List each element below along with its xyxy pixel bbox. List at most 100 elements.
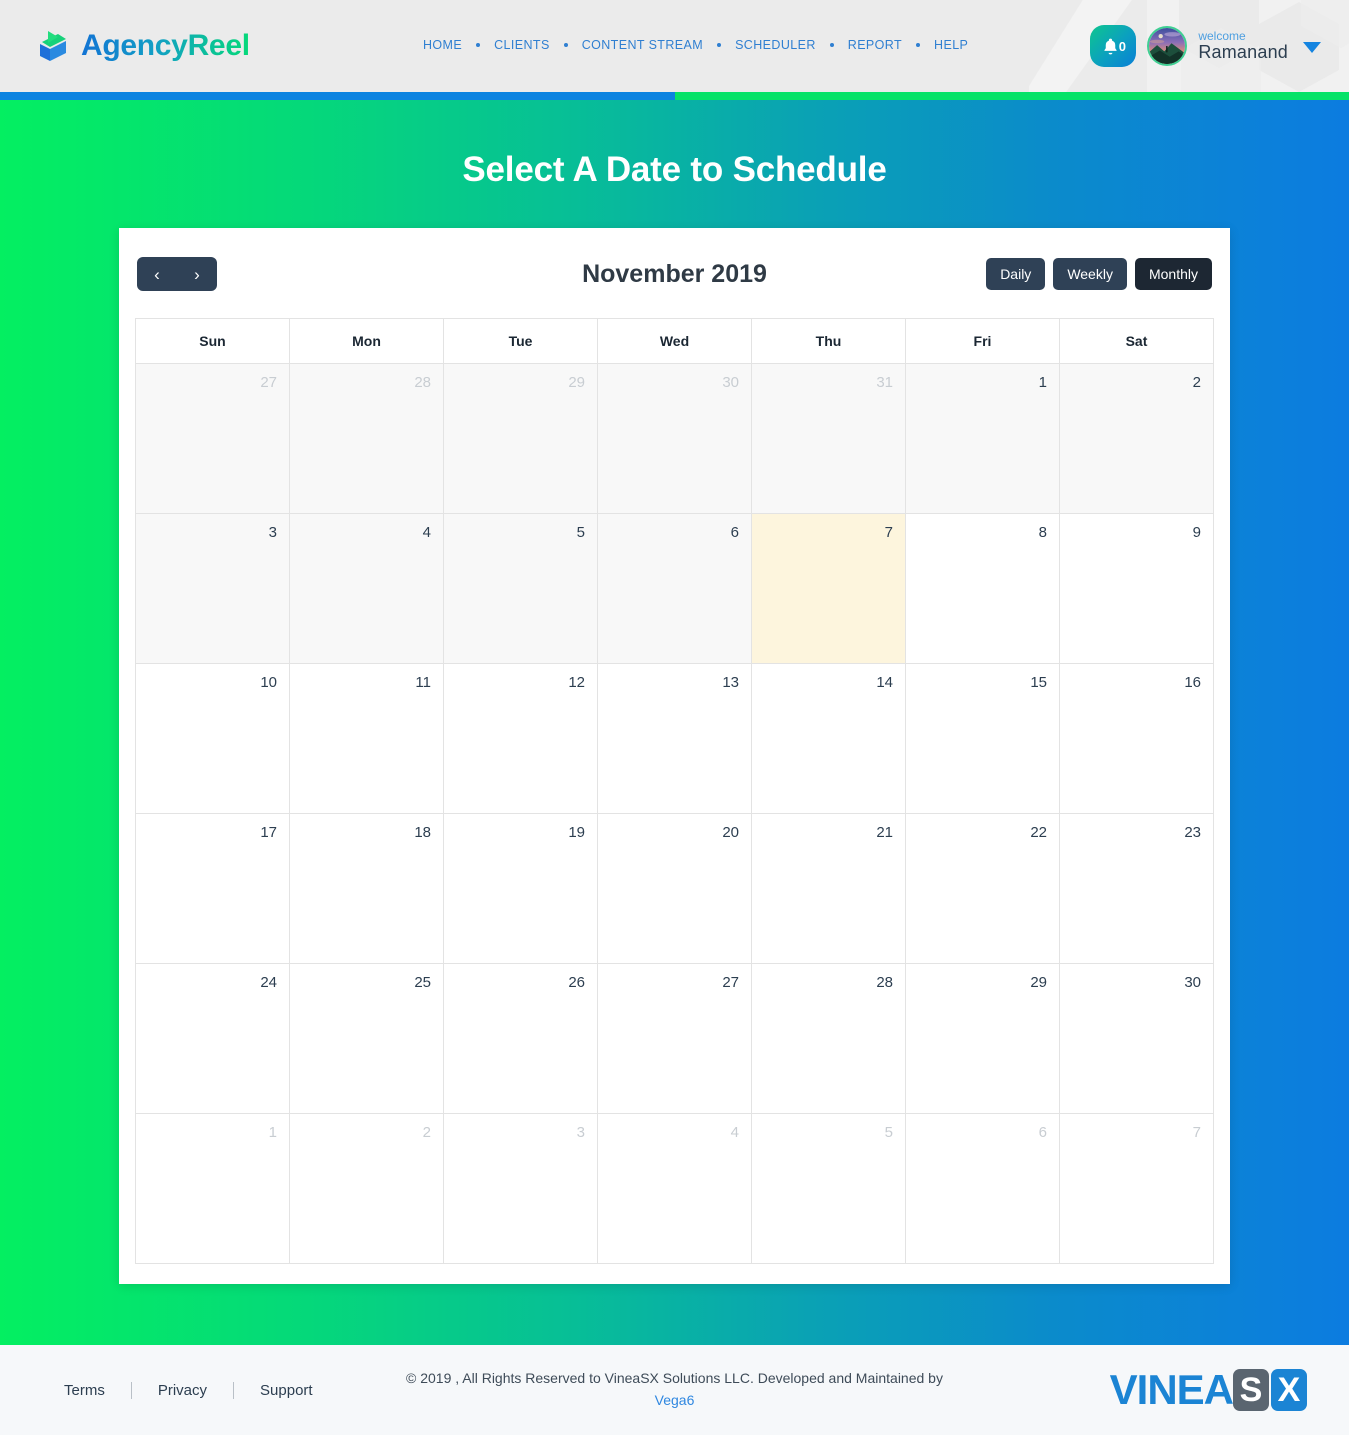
day-cell[interactable]: 2 [1060,364,1214,514]
nav-item-help[interactable]: HELP [934,38,968,52]
day-cell[interactable]: 22 [906,814,1060,964]
chevron-down-icon[interactable] [1303,41,1321,53]
day-cell[interactable]: 31 [752,364,906,514]
nav-item-report[interactable]: REPORT [848,38,902,52]
week-row: 24 25 26 27 28 29 30 [136,964,1214,1114]
footer-separator [130,1381,132,1399]
calendar-card: ‹ › November 2019 Daily Weekly Monthly Sun… [119,228,1230,1284]
vineasx-logo: VINEA S X [1110,1369,1307,1411]
nav-item-content-stream[interactable]: CONTENT STREAM [582,38,703,52]
prev-month-button[interactable]: ‹ [137,257,177,291]
day-cell[interactable]: 17 [136,814,290,964]
user-area: 0 welcome Ramanand [1090,25,1321,67]
nav-separator-dot [829,43,834,47]
day-cell[interactable]: 9 [1060,514,1214,664]
day-cell[interactable]: 12 [444,664,598,814]
bell-icon [1104,38,1117,54]
nav-separator-dot [476,43,481,47]
notifications-button[interactable]: 0 [1090,25,1137,67]
day-cell[interactable]: 7 [1060,1114,1214,1264]
day-cell[interactable]: 29 [906,964,1060,1114]
footer-separator [233,1381,235,1399]
weekday-header-sat: Sat [1060,319,1214,364]
user-name: Ramanand [1198,41,1288,62]
day-cell[interactable]: 24 [136,964,290,1114]
site-footer: Terms Privacy Support © 2019 , All Rights … [0,1345,1349,1435]
day-cell[interactable]: 28 [752,964,906,1114]
weekday-header-sun: Sun [136,319,290,364]
day-cell[interactable]: 1 [906,364,1060,514]
user-text: welcome Ramanand [1198,30,1288,61]
day-cell[interactable]: 2 [290,1114,444,1264]
day-cell[interactable]: 30 [1060,964,1214,1114]
day-cell[interactable]: 25 [290,964,444,1114]
notification-count: 0 [1118,38,1126,54]
day-cell[interactable]: 7 [752,514,906,664]
day-cell[interactable]: 11 [290,664,444,814]
day-cell[interactable]: 27 [598,964,752,1114]
view-button-weekly[interactable]: Weekly [1053,258,1127,290]
brand[interactable]: AgencyReel [36,28,250,64]
day-cell[interactable]: 27 [136,364,290,514]
nav-item-scheduler[interactable]: SCHEDULER [735,38,816,52]
week-row: 27 28 29 30 31 1 2 [136,364,1214,514]
vineasx-word: VINEA [1109,1366,1234,1413]
view-button-monthly[interactable]: Monthly [1134,258,1212,290]
vineasx-box-x: X [1271,1369,1307,1411]
day-cell[interactable]: 8 [906,514,1060,664]
day-cell[interactable]: 23 [1060,814,1214,964]
day-cell[interactable]: 30 [598,364,752,514]
day-cell[interactable]: 15 [906,664,1060,814]
welcome-label: welcome [1198,29,1246,44]
weekday-header-fri: Fri [906,319,1060,364]
day-cell[interactable]: 6 [598,514,752,664]
day-cell[interactable]: 28 [290,364,444,514]
page-title: Select A Date to Schedule [462,150,887,189]
day-cell[interactable]: 3 [444,1114,598,1264]
view-button-daily[interactable]: Daily [986,258,1046,290]
nav-item-home[interactable]: HOME [423,38,462,52]
vineasx-box-s: S [1233,1369,1269,1411]
nav-item-clients[interactable]: CLIENTS [494,38,550,52]
footer-link-privacy[interactable]: Privacy [158,1382,207,1399]
next-month-button[interactable]: › [177,257,217,291]
week-row: 10 11 12 13 14 15 16 [136,664,1214,814]
day-cell[interactable]: 5 [752,1114,906,1264]
day-cell[interactable]: 4 [290,514,444,664]
weekday-header-wed: Wed [598,319,752,364]
day-cell[interactable]: 26 [444,964,598,1114]
day-cell[interactable]: 21 [752,814,906,964]
accent-bar-left [0,92,675,100]
day-cell[interactable]: 16 [1060,664,1214,814]
footer-links: Terms Privacy Support [64,1381,313,1399]
footer-link-support[interactable]: Support [260,1382,313,1399]
weekday-header-mon: Mon [290,319,444,364]
day-cell[interactable]: 20 [598,814,752,964]
day-cell[interactable]: 6 [906,1114,1060,1264]
play-reel-logo-icon [40,31,66,61]
nav-separator-dot [717,43,722,47]
calendar-nav-group: ‹ › [137,257,217,291]
day-cell[interactable]: 13 [598,664,752,814]
view-switch: Daily Weekly Monthly [986,258,1212,290]
brand-name: AgencyReel [81,29,250,62]
calendar-weeks: 27 28 29 30 31 1 2 3 4 5 6 7 8 9 10 11 12 13 14 15 16 17 18 19 2… [135,364,1214,1264]
day-cell[interactable]: 10 [136,664,290,814]
copyright-text: © 2019 , All Rights Reserved to VineaSX … [406,1370,943,1387]
day-cell[interactable]: 19 [444,814,598,964]
week-row: 3456789 [136,514,1214,664]
page-body: Select A Date to Schedule ‹ › November 2… [0,100,1349,1345]
calendar-toolbar: ‹ › November 2019 Daily Weekly Monthly [137,252,1212,296]
day-cell[interactable]: 5 [444,514,598,664]
weekday-header-row: Sun Mon Tue Wed Thu Fri Sat [135,318,1214,364]
avatar[interactable] [1147,26,1188,66]
developer-link[interactable]: Vega6 [655,1392,695,1408]
day-cell[interactable]: 4 [598,1114,752,1264]
day-cell[interactable]: 18 [290,814,444,964]
nav-separator-dot [563,43,568,47]
day-cell[interactable]: 29 [444,364,598,514]
day-cell[interactable]: 3 [136,514,290,664]
day-cell[interactable]: 14 [752,664,906,814]
footer-link-terms[interactable]: Terms [64,1382,105,1399]
day-cell[interactable]: 1 [136,1114,290,1264]
